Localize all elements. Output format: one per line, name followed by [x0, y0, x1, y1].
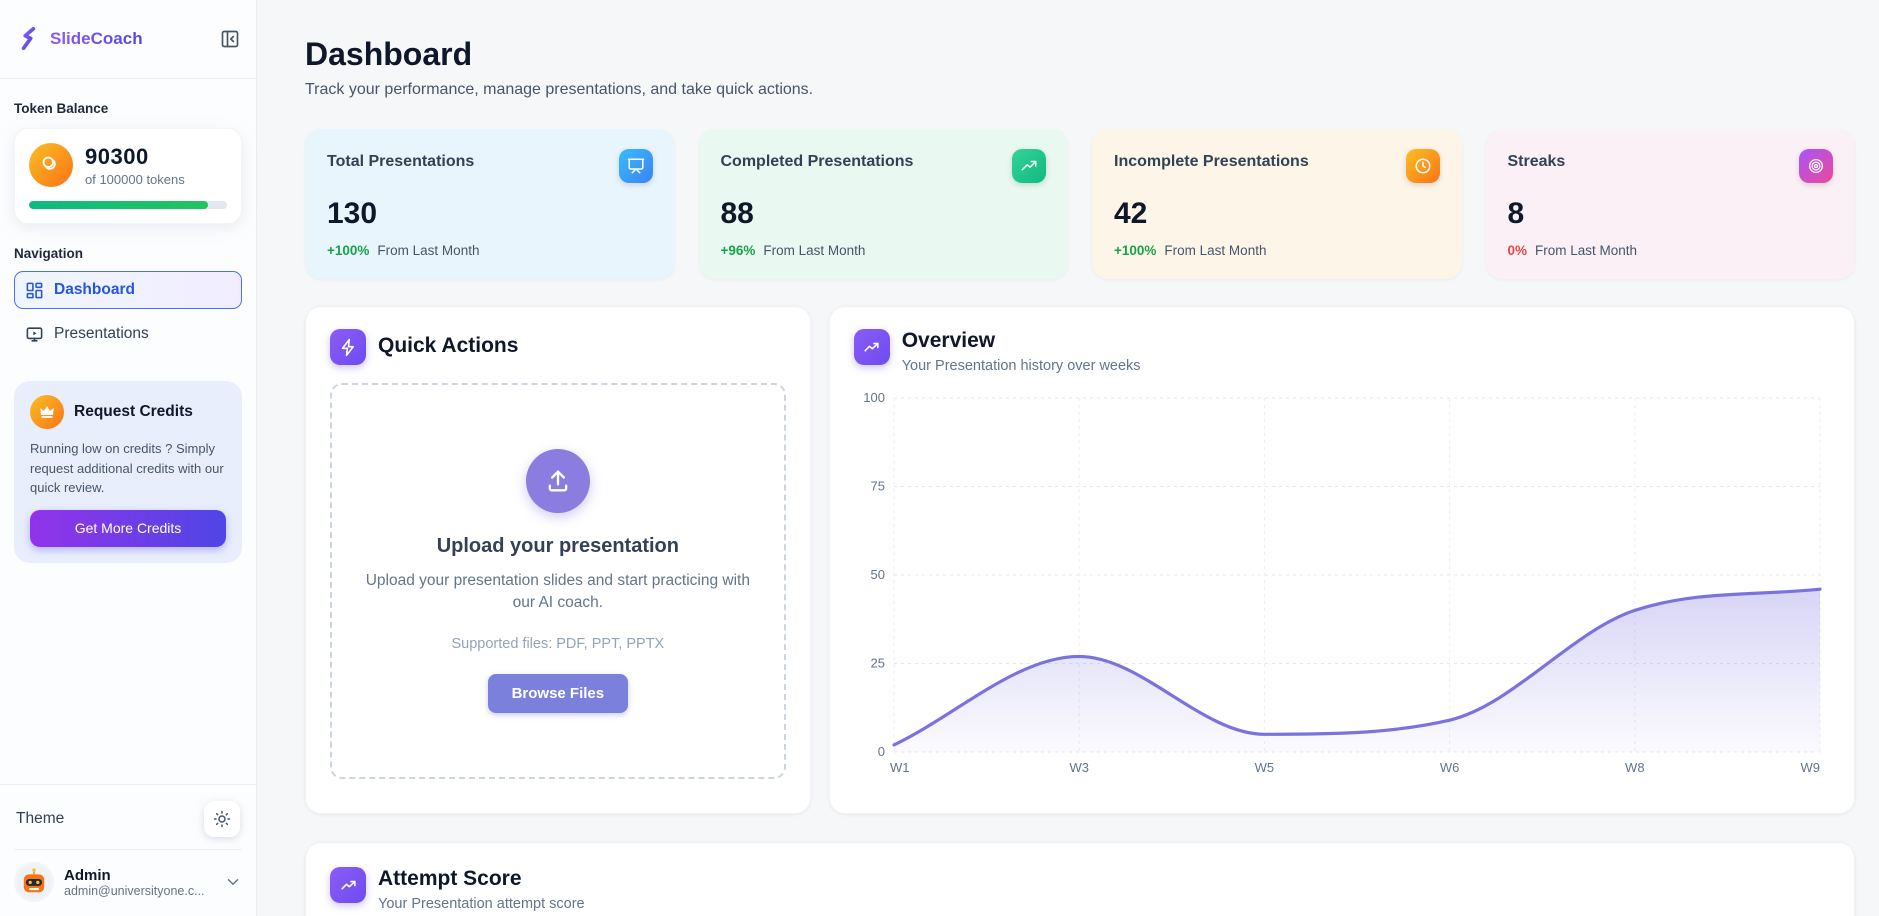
overview-panel: Overview Your Presentation history over …: [829, 306, 1855, 814]
svg-text:50: 50: [870, 567, 884, 582]
panel-collapse-icon: [220, 29, 240, 49]
stat-card-completed-presentations: Completed Presentations 88 +96% From Las…: [699, 129, 1069, 279]
chart-trending-icon: [854, 329, 890, 365]
navigation-label: Navigation: [14, 246, 242, 261]
chart-trending-icon: [330, 867, 366, 903]
stat-card-incomplete-presentations: Incomplete Presentations 42 +100% From L…: [1092, 129, 1462, 279]
quick-actions-panel: Quick Actions Upload your presentation U…: [305, 306, 811, 814]
stat-delta: +100%: [327, 243, 369, 258]
attempt-score-subtitle: Your Presentation attempt score: [378, 896, 585, 912]
token-progress-fill: [29, 201, 208, 209]
stat-label: Total Presentations: [327, 149, 474, 171]
sidebar-nav: Dashboard Presentations: [14, 271, 242, 353]
dashboard-grid-icon: [25, 281, 44, 300]
stat-delta: 0%: [1508, 243, 1528, 258]
clock-icon: [1406, 149, 1440, 183]
page-subtitle: Track your performance, manage presentat…: [305, 81, 1855, 99]
chevron-down-icon: [224, 873, 242, 891]
upload-dropzone[interactable]: Upload your presentation Upload your pre…: [330, 383, 786, 779]
svg-text:W1: W1: [890, 760, 910, 775]
stat-delta: +100%: [1114, 243, 1156, 258]
get-more-credits-button[interactable]: Get More Credits: [30, 510, 226, 547]
coins-icon: [29, 143, 73, 187]
token-balance-label: Token Balance: [14, 101, 242, 116]
svg-text:25: 25: [870, 656, 884, 671]
app-logo: SlideCoach: [16, 26, 143, 52]
request-credits-card: Request Credits Running low on credits ?…: [14, 381, 242, 563]
stat-cards-row: Total Presentations 130 +100% From Last …: [305, 129, 1855, 279]
sidebar-header: SlideCoach: [0, 0, 256, 79]
sidebar-footer: Theme: [0, 784, 256, 916]
quick-actions-title: Quick Actions: [378, 329, 518, 358]
stat-delta-note: From Last Month: [1535, 243, 1637, 258]
attempt-score-title: Attempt Score: [378, 867, 585, 891]
stat-delta-note: From Last Month: [377, 243, 479, 258]
attempt-score-panel: Attempt Score Your Presentation attempt …: [305, 842, 1855, 916]
main-content: Dashboard Track your performance, manage…: [257, 0, 1879, 916]
slidecoach-logo-icon: [16, 26, 42, 52]
stat-delta-note: From Last Month: [1164, 243, 1266, 258]
overview-title: Overview: [902, 329, 1141, 353]
stat-value: 88: [721, 197, 1047, 231]
upload-icon: [526, 449, 590, 513]
stat-delta-note: From Last Month: [763, 243, 865, 258]
page-title: Dashboard: [305, 36, 1855, 73]
svg-text:75: 75: [870, 479, 884, 494]
stat-value: 42: [1114, 197, 1440, 231]
upload-supported-files: Supported files: PDF, PPT, PPTX: [451, 636, 664, 652]
sidebar-item-label: Presentations: [54, 325, 149, 343]
monitor-play-icon: [25, 325, 44, 344]
sidebar-item-presentations[interactable]: Presentations: [14, 315, 242, 353]
overview-subtitle: Your Presentation history over weeks: [902, 358, 1141, 374]
user-menu[interactable]: Admin admin@universityone.c...: [14, 849, 242, 902]
svg-text:W8: W8: [1625, 760, 1645, 775]
stat-value: 130: [327, 197, 653, 231]
overview-chart: 0 25 50 75 100 W1 W3 W5 W6 W8 W9: [854, 388, 1830, 780]
svg-text:W9: W9: [1800, 760, 1820, 775]
browse-files-button[interactable]: Browse Files: [488, 674, 629, 713]
token-progress-track: [29, 201, 227, 209]
svg-text:W6: W6: [1440, 760, 1460, 775]
streak-rings-icon: [1799, 149, 1833, 183]
token-amount: 90300: [85, 144, 185, 170]
sidebar-item-dashboard[interactable]: Dashboard: [14, 271, 242, 309]
request-credits-body: Running low on credits ? Simply request …: [30, 439, 226, 498]
request-credits-title: Request Credits: [74, 403, 193, 421]
sidebar-collapse-button[interactable]: [220, 29, 240, 49]
stat-label: Streaks: [1508, 149, 1566, 171]
stat-card-total-presentations: Total Presentations 130 +100% From Last …: [305, 129, 675, 279]
avatar: [14, 862, 54, 902]
theme-toggle-button[interactable]: [204, 801, 240, 837]
svg-text:W3: W3: [1069, 760, 1089, 775]
svg-text:100: 100: [863, 390, 885, 405]
stat-card-streaks: Streaks 8 0% From Last Month: [1486, 129, 1856, 279]
svg-text:W5: W5: [1254, 760, 1274, 775]
trending-up-icon: [1012, 149, 1046, 183]
user-email: admin@universityone.c...: [64, 884, 214, 898]
stat-delta: +96%: [721, 243, 756, 258]
crown-icon: [30, 395, 64, 429]
theme-label: Theme: [16, 810, 64, 828]
sidebar-item-label: Dashboard: [54, 281, 135, 299]
token-balance-card: 90300 of 100000 tokens: [14, 128, 242, 224]
lightning-icon: [330, 329, 366, 365]
svg-text:0: 0: [877, 744, 884, 759]
app-title: SlideCoach: [50, 29, 143, 49]
token-total: of 100000 tokens: [85, 172, 185, 187]
upload-description: Upload your presentation slides and star…: [358, 570, 758, 615]
upload-title: Upload your presentation: [437, 535, 679, 558]
presentation-board-icon: [619, 149, 653, 183]
stat-label: Incomplete Presentations: [1114, 149, 1309, 171]
stat-label: Completed Presentations: [721, 149, 914, 171]
user-name: Admin: [64, 867, 214, 884]
sun-icon: [213, 810, 231, 828]
stat-value: 8: [1508, 197, 1834, 231]
sidebar: SlideCoach Token Balance 90300 of 100: [0, 0, 257, 916]
